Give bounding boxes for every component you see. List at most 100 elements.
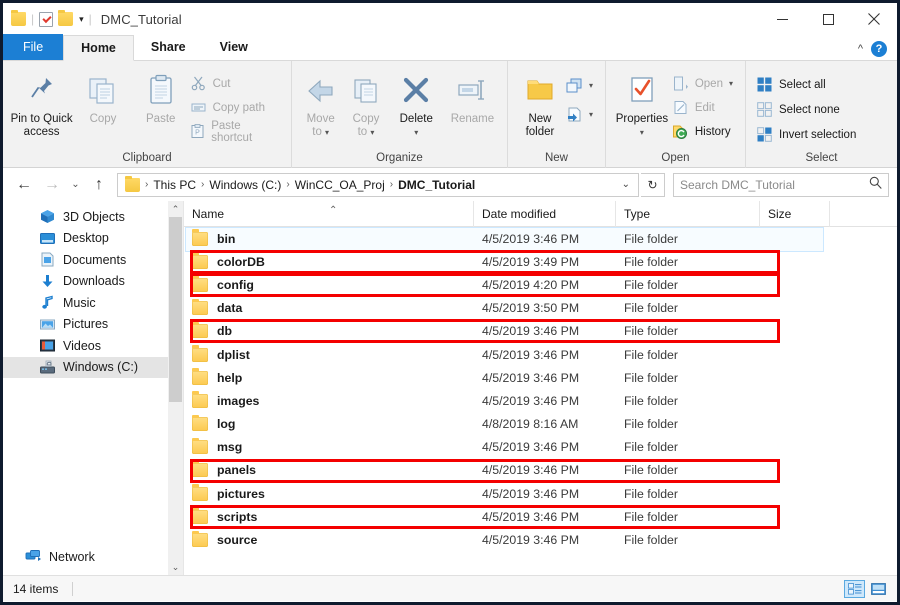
column-header-type[interactable]: Type bbox=[616, 200, 760, 227]
tab-view[interactable]: View bbox=[203, 34, 265, 60]
folder-icon[interactable] bbox=[11, 10, 26, 26]
column-header-size[interactable]: Size bbox=[760, 200, 830, 227]
breadcrumb-this-pc[interactable]: This PC bbox=[150, 178, 199, 192]
table-row[interactable]: source 4/5/2019 3:46 PM File folder bbox=[184, 528, 897, 551]
history-button[interactable]: History bbox=[672, 121, 739, 142]
pin-to-quick-access-button[interactable]: Pin to Quick access bbox=[9, 67, 74, 139]
file-type-cell: File folder bbox=[624, 417, 678, 432]
table-row[interactable]: dplist 4/5/2019 3:46 PM File folder bbox=[184, 343, 897, 366]
file-name-label: source bbox=[217, 533, 258, 548]
tab-file[interactable]: File bbox=[3, 34, 64, 60]
scroll-down-button[interactable]: ⌄ bbox=[168, 559, 183, 575]
table-row[interactable]: log 4/8/2019 8:16 AM File folder bbox=[184, 413, 897, 436]
scroll-track[interactable] bbox=[168, 217, 183, 559]
copy-path-button[interactable]: Copy path bbox=[190, 97, 285, 118]
breadcrumb-wincc-oa-proj[interactable]: WinCC_OA_Proj bbox=[292, 178, 388, 192]
sidebar-item-desktop[interactable]: Desktop bbox=[3, 228, 183, 250]
file-type-cell: File folder bbox=[624, 324, 678, 339]
delete-caret-icon[interactable]: ▾ bbox=[414, 126, 418, 139]
search-box[interactable]: Search DMC_Tutorial bbox=[673, 172, 889, 197]
table-row[interactable]: scripts 4/5/2019 3:46 PM File folder bbox=[184, 505, 897, 528]
chevron-down-icon[interactable]: ⌄ bbox=[622, 179, 634, 190]
rename-button[interactable]: Rename bbox=[444, 67, 501, 126]
sidebar-item-music[interactable]: Music bbox=[3, 292, 183, 314]
easy-access-caret-icon[interactable]: ▾ bbox=[589, 110, 593, 119]
sidebar-item-pictures[interactable]: Pictures bbox=[3, 314, 183, 336]
chevron-down-icon[interactable]: ▾ bbox=[79, 14, 84, 25]
breadcrumb-windows-c[interactable]: Windows (C:) bbox=[206, 178, 284, 192]
navigation-scrollbar[interactable]: ⌃ ⌄ bbox=[168, 201, 183, 575]
move-to-button[interactable]: Move to ▾ bbox=[298, 67, 343, 139]
new-item-caret-icon[interactable]: ▾ bbox=[589, 81, 593, 90]
properties-check-icon[interactable] bbox=[39, 11, 54, 27]
properties-caret-icon[interactable]: ▾ bbox=[640, 126, 644, 139]
table-row[interactable]: images 4/5/2019 3:46 PM File folder bbox=[184, 389, 897, 412]
column-header-date-modified[interactable]: Date modified bbox=[474, 200, 616, 227]
table-row[interactable]: colorDB 4/5/2019 3:49 PM File folder bbox=[184, 250, 897, 273]
forward-button[interactable]: → bbox=[39, 172, 65, 198]
open-caret-icon[interactable]: ▾ bbox=[729, 79, 733, 88]
file-name-label: config bbox=[217, 277, 254, 292]
new-folder-icon[interactable] bbox=[58, 10, 74, 26]
svg-text:P: P bbox=[195, 130, 200, 137]
select-all-button[interactable]: Select all bbox=[756, 74, 862, 95]
sidebar-item-videos[interactable]: Videos bbox=[3, 335, 183, 357]
new-item-button[interactable]: ▾ bbox=[566, 75, 599, 96]
breadcrumb-dmc-tutorial[interactable]: DMC_Tutorial bbox=[395, 178, 478, 192]
column-header-name[interactable]: Name ⌃ bbox=[184, 200, 474, 227]
scroll-up-button[interactable]: ⌃ bbox=[168, 201, 183, 217]
table-row[interactable]: data 4/5/2019 3:50 PM File folder bbox=[184, 297, 897, 320]
table-row[interactable]: msg 4/5/2019 3:46 PM File folder bbox=[184, 436, 897, 459]
select-none-button[interactable]: Select none bbox=[756, 99, 862, 120]
delete-button[interactable]: Delete ▾ bbox=[389, 67, 444, 139]
table-row[interactable]: help 4/5/2019 3:46 PM File folder bbox=[184, 366, 897, 389]
open-button[interactable]: Open ▾ bbox=[672, 73, 739, 94]
sidebar-item-documents[interactable]: Documents bbox=[3, 249, 183, 271]
search-input[interactable]: Search DMC_Tutorial bbox=[680, 178, 869, 192]
file-date-cell: 4/5/2019 3:46 PM bbox=[482, 486, 580, 501]
cut-button[interactable]: Cut bbox=[190, 73, 285, 94]
new-folder-button[interactable]: New folder bbox=[514, 67, 566, 139]
sidebar-item-3d-objects[interactable]: 3D Objects bbox=[3, 206, 183, 228]
details-view-button[interactable] bbox=[844, 579, 865, 598]
sidebar-item-network[interactable]: Network bbox=[3, 546, 183, 567]
copy-to-button[interactable]: Copy to ▾ bbox=[343, 67, 388, 139]
back-button[interactable]: ← bbox=[11, 172, 37, 198]
invert-selection-button[interactable]: Invert selection bbox=[756, 124, 862, 145]
table-row[interactable]: pictures 4/5/2019 3:46 PM File folder bbox=[184, 482, 897, 505]
maximize-button[interactable] bbox=[805, 3, 851, 35]
scroll-thumb[interactable] bbox=[169, 217, 182, 402]
collapse-ribbon-icon[interactable]: ^ bbox=[858, 43, 863, 55]
file-type-cell: File folder bbox=[624, 463, 678, 478]
minimize-button[interactable] bbox=[759, 3, 805, 35]
copy-button[interactable]: Copy bbox=[74, 67, 132, 126]
properties-button[interactable]: Properties ▾ bbox=[612, 67, 672, 139]
pictures-icon bbox=[39, 316, 56, 332]
edit-button[interactable]: Edit bbox=[672, 97, 739, 118]
properties-label: Properties bbox=[615, 113, 669, 125]
refresh-button[interactable]: ↻ bbox=[641, 172, 665, 197]
ribbon-tabs-right: ^ ? bbox=[858, 41, 897, 60]
paste-shortcut-button[interactable]: P Paste shortcut bbox=[190, 120, 285, 144]
clipboard-small-commands: Cut Copy path P Paste shortcut bbox=[190, 67, 285, 144]
easy-access-button[interactable]: ▾ bbox=[566, 104, 599, 125]
up-button[interactable]: ↑ bbox=[86, 172, 112, 198]
paste-button[interactable]: Paste bbox=[132, 67, 190, 126]
file-name-cell: db bbox=[184, 321, 474, 339]
close-button[interactable] bbox=[851, 3, 897, 35]
table-row[interactable]: config 4/5/2019 4:20 PM File folder bbox=[184, 273, 897, 296]
breadcrumb[interactable]: › This PC › Windows (C:) › WinCC_OA_Proj… bbox=[117, 172, 639, 197]
help-icon[interactable]: ? bbox=[871, 41, 887, 57]
tab-home[interactable]: Home bbox=[63, 35, 134, 61]
recent-locations-button[interactable]: ⌄ bbox=[67, 172, 84, 198]
large-icons-view-button[interactable] bbox=[868, 580, 889, 598]
table-row[interactable]: bin 4/5/2019 3:46 PM File folder bbox=[184, 227, 897, 253]
table-row[interactable]: db 4/5/2019 3:46 PM File folder bbox=[184, 320, 897, 343]
table-row[interactable]: panels 4/5/2019 3:46 PM File folder bbox=[184, 459, 897, 482]
rename-label: Rename bbox=[450, 113, 495, 125]
search-icon[interactable] bbox=[869, 176, 882, 194]
tab-share[interactable]: Share bbox=[134, 34, 203, 60]
sidebar-item-windows-c[interactable]: Windows (C:) bbox=[3, 356, 183, 378]
sidebar-item-downloads[interactable]: Downloads bbox=[3, 271, 183, 293]
window-controls bbox=[759, 3, 897, 35]
